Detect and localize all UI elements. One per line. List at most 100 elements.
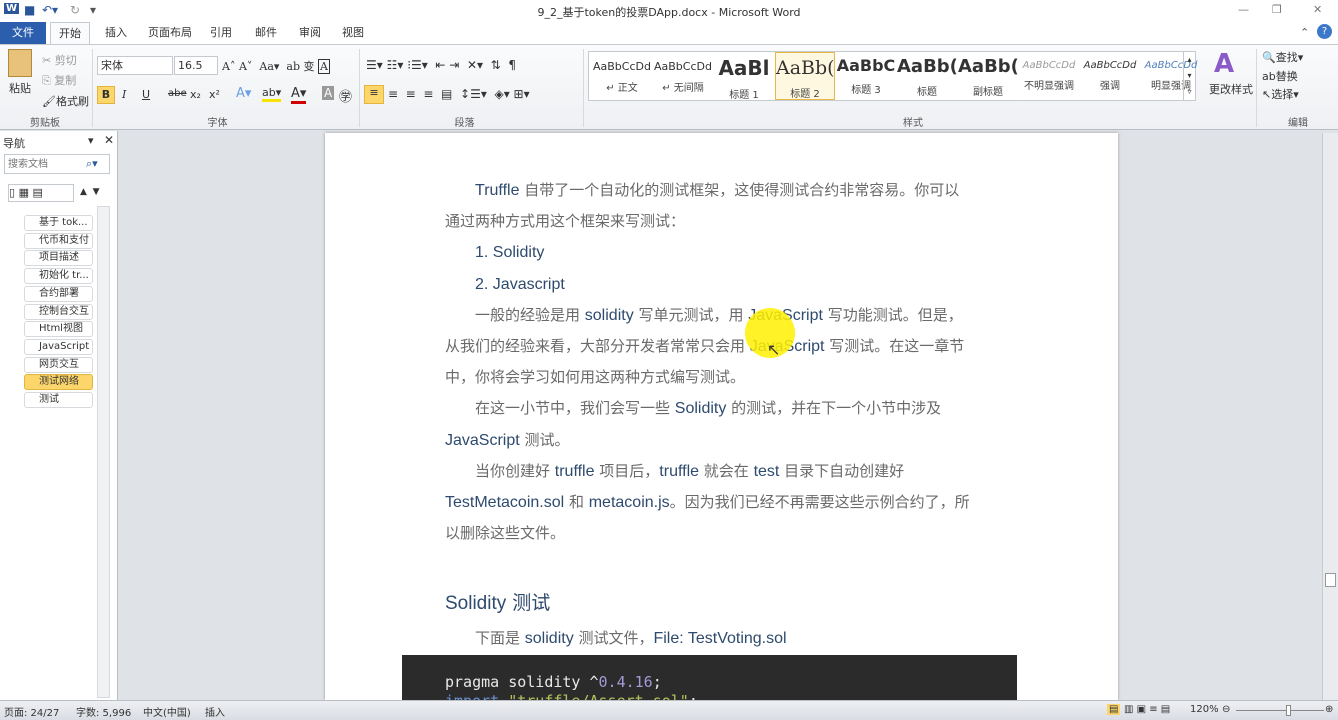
style-item[interactable]: AaBb(副标题 — [958, 52, 1018, 100]
zoom-out-icon[interactable]: ⊖ — [1222, 704, 1230, 715]
nav-heading-item[interactable]: 基于 tok... — [24, 215, 93, 231]
enclose-char-icon[interactable]: ㊫ — [339, 86, 352, 105]
chinese-text: 在这一小节中，我们会写一些 — [445, 399, 675, 418]
chinese-text: 中，你将会学习如何用这两种方式编写测试。 — [445, 368, 746, 387]
document-line: 从我们的经验来看，大部分开发者常常只会用 JavaScript 写测试。在这一章… — [445, 330, 964, 361]
style-item[interactable]: AaBbCcDd ↵ 正文 — [592, 52, 652, 100]
style-item[interactable]: AaBb(标题 — [897, 52, 957, 100]
change-styles-icon[interactable]: A — [1214, 49, 1234, 79]
language[interactable]: 中文(中国) — [143, 704, 191, 719]
nav-heading-item[interactable]: 测试 — [24, 392, 93, 408]
paste-button[interactable]: 粘贴 — [9, 80, 31, 96]
chinese-text: 测试 — [506, 592, 551, 614]
format-painter-button[interactable]: 🖌格式刷 — [42, 93, 89, 109]
tab-file[interactable]: 文件 — [0, 22, 46, 44]
minimize-button[interactable]: — — [1238, 3, 1249, 16]
styles-scroll[interactable]: ▴ ▾ ▿ — [1183, 52, 1195, 100]
zoom-in-icon[interactable]: ⊕ — [1325, 704, 1333, 715]
zoom-slider[interactable] — [1236, 710, 1324, 711]
grow-font-icon[interactable]: A˄ A˅ Aa▾ ab 变 A — [222, 58, 330, 74]
code-token: import — [445, 692, 508, 700]
strikethrough-button[interactable]: abe — [168, 88, 187, 99]
word-count[interactable]: 字数: 5,996 — [76, 704, 131, 719]
restore-button[interactable]: ❐ — [1272, 3, 1282, 16]
style-item[interactable]: AaBbCcDd 强调 — [1080, 52, 1140, 100]
change-styles-button[interactable]: 更改样式 — [1209, 81, 1253, 97]
nav-heading-item[interactable]: 控制台交互 — [24, 303, 93, 320]
style-item[interactable]: AaBb(标题 2 — [775, 52, 835, 100]
zoom-slider-thumb[interactable] — [1286, 705, 1291, 716]
style-item[interactable]: AaBbCcDd 不明显强调 — [1019, 52, 1079, 100]
select-button[interactable]: ↖选择▾ — [1262, 86, 1299, 102]
replace-button[interactable]: ab替换 — [1262, 68, 1298, 84]
align-left-button[interactable]: ≡ — [364, 85, 384, 104]
headings-view-icon[interactable]: ▯ — [9, 186, 19, 199]
style-name: ↵ 正文 — [606, 83, 638, 94]
code-token: pragma solidity ^ — [445, 673, 599, 691]
cut-button[interactable]: ✂ 剪切 — [42, 52, 77, 68]
nav-heading-item[interactable]: 测试网络 — [24, 374, 93, 391]
subscript-button[interactable]: x₂ — [190, 88, 201, 101]
text-effects-icon[interactable]: A▾ — [236, 86, 251, 101]
print-layout-icon[interactable]: ▤ — [1107, 704, 1121, 715]
code-token: ; — [689, 692, 698, 700]
find-button[interactable]: 🔍查找▾ — [1262, 49, 1303, 65]
close-icon[interactable]: ✕ — [104, 133, 114, 147]
chinese-text: 自带了一个自动化的测试框架，这使得测试合约非常容易。你可以 — [519, 181, 960, 199]
nav-menu-icon[interactable]: ▾ — [88, 134, 94, 147]
tab-references[interactable]: 引用 — [202, 22, 240, 44]
tab-view[interactable]: 视图 — [334, 22, 372, 44]
list-buttons-icon[interactable]: ☰▾ ☷▾ ⁝☰▾ ⇤ ⇥ ✕▾ ⇅ ¶ — [366, 58, 516, 72]
tab-home[interactable]: 开始 — [50, 22, 90, 44]
tab-insert[interactable]: 插入 — [97, 22, 135, 44]
superscript-button[interactable]: x² — [209, 88, 220, 101]
nav-heading-item[interactable]: 代币和支付 — [24, 232, 93, 249]
previous-heading-icon[interactable]: ▲ ▼ — [80, 187, 100, 197]
paste-icon[interactable] — [8, 49, 32, 77]
chinese-text: 测试。 — [519, 430, 570, 449]
style-item[interactable]: AaBbC 标题 3 — [836, 52, 896, 100]
code-line: import "truffle/Assert.sol"; — [445, 692, 698, 700]
search-icon[interactable]: ⌕▾ — [86, 157, 98, 171]
bold-button[interactable]: B — [97, 86, 115, 104]
font-color-icon[interactable]: A▾ — [291, 86, 307, 104]
nav-heading-item[interactable]: Html视图 — [24, 321, 93, 338]
pages-view-icon[interactable]: ▦ — [19, 186, 33, 199]
insert-mode[interactable]: 插入 — [205, 704, 225, 719]
italic-button[interactable]: I — [122, 88, 126, 101]
select-label: 选择 — [1271, 88, 1294, 101]
nav-heading-item[interactable]: 网页交互 — [24, 356, 93, 373]
help-icon[interactable]: ? — [1317, 24, 1332, 39]
close-button[interactable]: ✕ — [1313, 3, 1322, 16]
align-buttons-icon[interactable]: ≡ ≡ ≡ ▤ ↕☰▾ ◈▾ ⊞▾ — [388, 87, 530, 101]
view-mode-icons[interactable]: ▥ ▣ ≡ ▤ — [1124, 704, 1170, 715]
nav-heading-item[interactable]: 项目描述 — [24, 250, 93, 267]
font-name-combo[interactable]: 宋体 — [97, 56, 173, 75]
scroll-thumb[interactable] — [1325, 573, 1336, 587]
char-shading-icon[interactable]: A — [322, 86, 335, 100]
latin-text: truffle — [659, 462, 700, 480]
tab-review[interactable]: 审阅 — [291, 22, 329, 44]
zoom-level[interactable]: 120% — [1190, 704, 1219, 715]
page-count[interactable]: 页面: 24/27 — [4, 704, 59, 719]
collapse-ribbon-icon[interactable]: ⌃ — [1300, 26, 1309, 39]
document-line: 一般的经验是用 solidity 写单元测试，用 JavaScript 写功能测… — [445, 299, 963, 330]
highlight-color-icon[interactable]: ab▾ — [262, 86, 282, 102]
style-item[interactable]: AaBl 标题 1 — [714, 52, 774, 101]
font-size-combo[interactable]: 16.5 — [174, 56, 218, 75]
nav-heading-item[interactable]: 合约部署 — [24, 285, 93, 302]
copy-label: 复制 — [54, 74, 77, 87]
chinese-text: 下面是 — [445, 629, 525, 647]
tab-page-layout[interactable]: 页面布局 — [140, 22, 200, 44]
copy-button[interactable]: ⎘ 复制 — [42, 72, 76, 88]
nav-scrollbar[interactable] — [97, 206, 110, 698]
tab-mailings[interactable]: 邮件 — [247, 22, 285, 44]
divider — [1256, 49, 1257, 127]
style-item[interactable]: AaBbCcDd ↵ 无间隔 — [653, 52, 713, 100]
chinese-text — [445, 275, 475, 293]
vertical-scrollbar[interactable] — [1322, 133, 1338, 700]
nav-heading-item[interactable]: JavaScript — [24, 338, 93, 355]
results-view-icon[interactable]: ▤ — [32, 186, 42, 199]
nav-heading-item[interactable]: 初始化 tr... — [24, 268, 93, 285]
underline-button[interactable]: U — [142, 88, 150, 101]
